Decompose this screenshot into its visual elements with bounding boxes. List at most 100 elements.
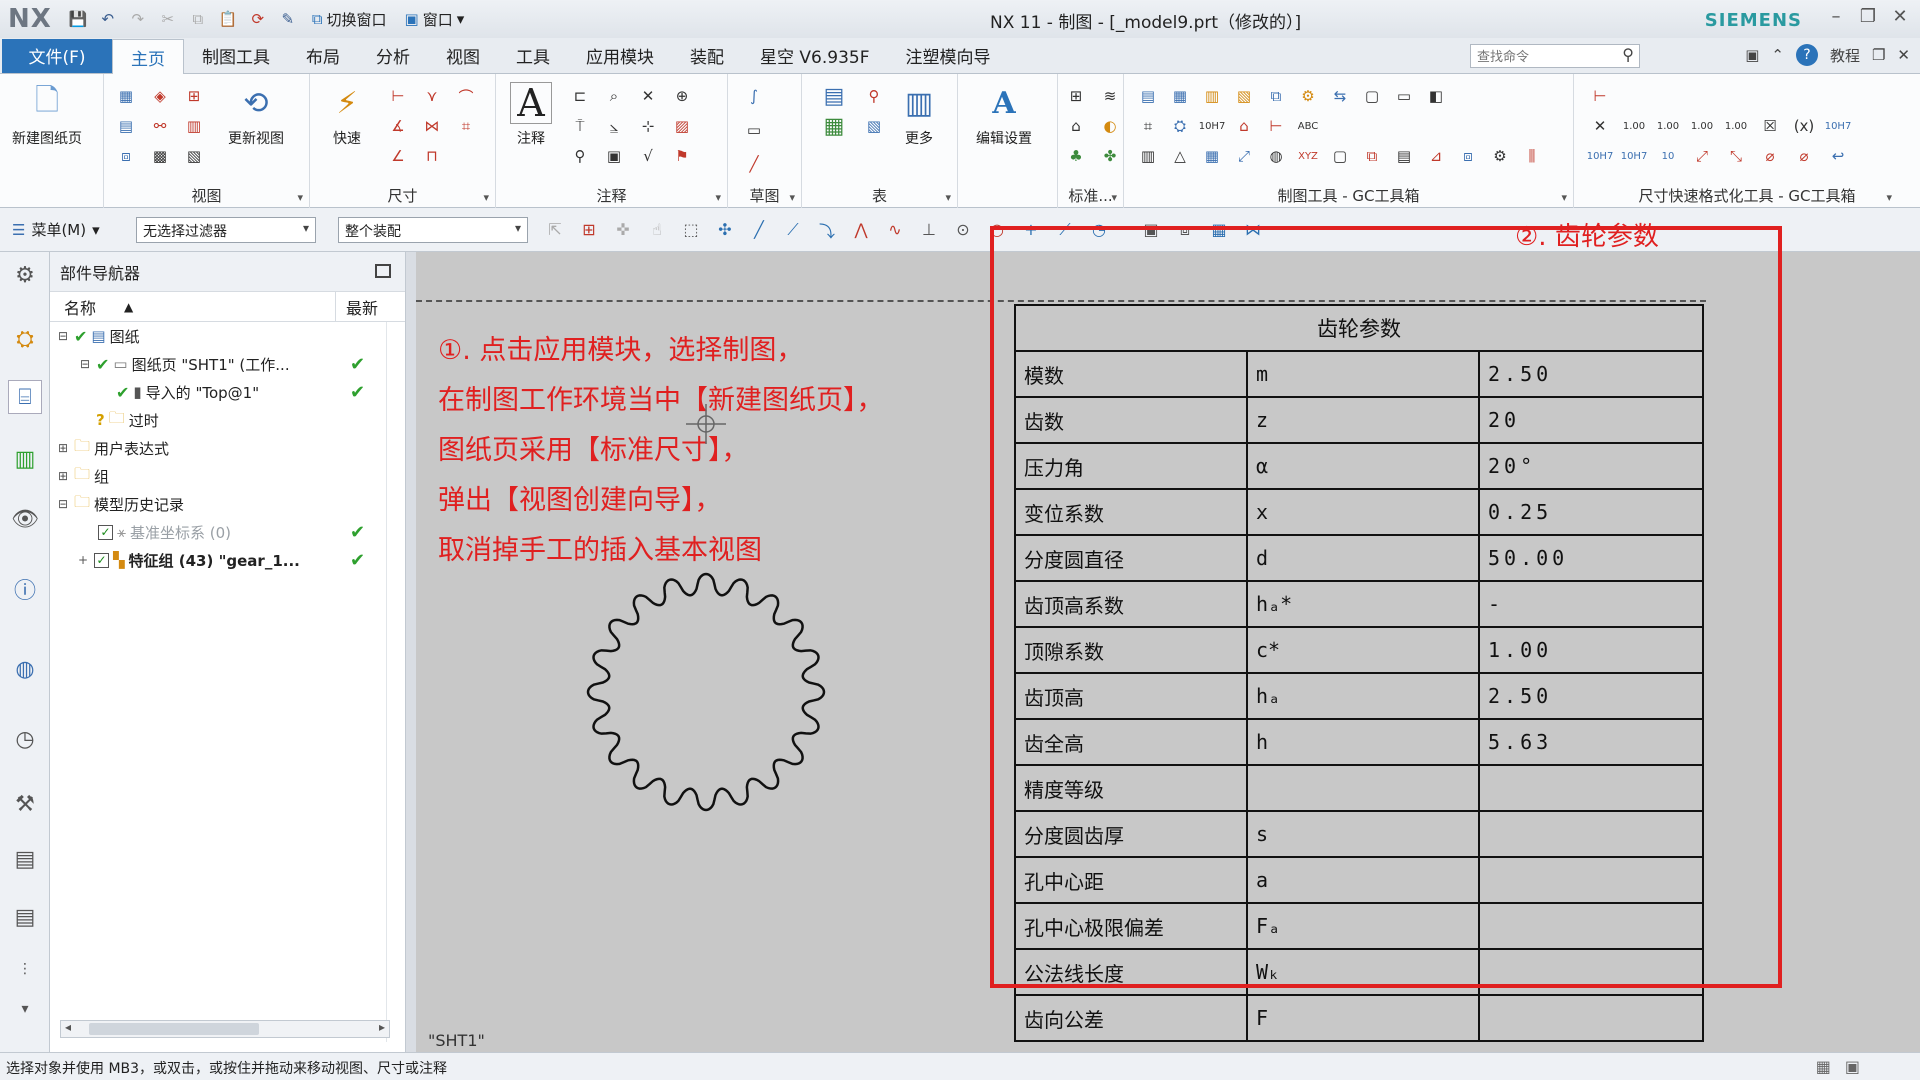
visibility-checkbox[interactable]: ✓	[94, 552, 109, 568]
search-icon[interactable]: ⚲	[1622, 45, 1634, 64]
collapse-icon[interactable]: ⊟	[80, 357, 92, 371]
snap-intersect-icon[interactable]: ⋀	[848, 217, 874, 243]
tab-mold-wizard[interactable]: 注塑模向导	[887, 39, 1008, 73]
ordinate-dimension-icon[interactable]: ∠	[386, 144, 410, 168]
chamfer-dimension-icon[interactable]: ⌒	[454, 84, 478, 108]
select-move-icon[interactable]: ✜	[610, 217, 636, 243]
view-break-icon[interactable]: ▥	[182, 114, 206, 138]
close-sub-icon[interactable]: ✕	[1897, 46, 1910, 64]
gc-dim-3-icon[interactable]: 1.00	[1622, 114, 1646, 138]
view-fit-icon[interactable]: ⧈	[1172, 217, 1198, 243]
select-arrow-icon[interactable]: ⇱	[542, 217, 568, 243]
gc-dim-11-icon[interactable]: 10H7	[1621, 144, 1648, 168]
status-grid-icon[interactable]: ▦	[1816, 1057, 1831, 1076]
gc-tool-19-icon[interactable]: ▦	[1200, 144, 1224, 168]
minimize-icon[interactable]: –	[1822, 6, 1850, 27]
tab-analysis[interactable]: 分析	[358, 39, 428, 73]
redo-icon[interactable]: ↷	[126, 7, 150, 31]
gc-dim-10-icon[interactable]: 10H7	[1587, 144, 1614, 168]
gc-tool-11-icon[interactable]: ⌗	[1136, 114, 1160, 138]
palette-icon[interactable]: ◐	[1098, 114, 1122, 138]
tree-row[interactable]: ? 🗀 过时	[50, 406, 405, 434]
stamp-icon[interactable]: ⚑	[670, 144, 694, 168]
tab-application[interactable]: 应用模块	[568, 39, 672, 73]
quick-dimension-button[interactable]: ⚡ 快速	[326, 82, 368, 148]
datum-icon[interactable]: ⌕	[602, 84, 626, 108]
gc-tool-25-icon[interactable]: ▤	[1392, 144, 1416, 168]
balloon-icon[interactable]: ⚲	[862, 84, 886, 108]
zoom-icon[interactable]: ⚲	[568, 144, 592, 168]
collapse-ribbon-icon[interactable]: ⌃	[1771, 46, 1784, 64]
type-filter-dropdown[interactable]: 无选择过滤器	[136, 216, 316, 243]
touch-mode-icon[interactable]: ✎	[276, 7, 300, 31]
tab-layout[interactable]: 布局	[288, 39, 358, 73]
gc-tool-12-icon[interactable]: ⛭	[1168, 114, 1192, 138]
column-name-header[interactable]: 名称 ▲	[50, 291, 336, 322]
gc-dim-12-icon[interactable]: 10	[1656, 144, 1680, 168]
chevron-down-icon[interactable]: ▾	[945, 191, 951, 204]
gc-tool-9-icon[interactable]: ▭	[1392, 84, 1416, 108]
sketch-icon[interactable]: ∫	[742, 84, 766, 108]
select-box-icon[interactable]: ⬚	[678, 217, 704, 243]
tree-row[interactable]: + ✓ ▚ 特征组 (43) "gear_1... ✔	[50, 546, 405, 574]
line-icon[interactable]: ╱	[742, 152, 766, 176]
gc-tool-7-icon[interactable]: ⇆	[1328, 84, 1352, 108]
gc-dim-7-icon[interactable]: ☒	[1758, 114, 1782, 138]
snap-perp-icon[interactable]: ⊥	[916, 217, 942, 243]
new-sheet-button[interactable]: 🗋 新建图纸页	[12, 82, 82, 148]
standard-view-icon[interactable]: ⧈	[114, 144, 138, 168]
tree-row[interactable]: ⊞ 🗀 组	[50, 462, 405, 490]
parts-list-icon[interactable]: ▤	[822, 84, 846, 109]
collapse-icon[interactable]: ⊟	[58, 329, 70, 343]
gc-tool-8-icon[interactable]: ▢	[1360, 84, 1384, 108]
assembly-navigator-icon[interactable]: ⛭	[8, 322, 42, 356]
status-window-icon[interactable]: ▣	[1845, 1057, 1860, 1076]
chevron-down-icon[interactable]: ▾	[1111, 191, 1117, 204]
scroll-right-icon[interactable]: ▸	[379, 1020, 385, 1034]
restore-icon[interactable]: ❐	[1854, 6, 1882, 27]
gc-dim-4-icon[interactable]: 1.00	[1656, 114, 1680, 138]
gc-dim-14-icon[interactable]: ⤡	[1724, 144, 1748, 168]
gc-dim-13-icon[interactable]: ⤢	[1690, 144, 1714, 168]
check-symbol-icon[interactable]: √	[636, 144, 660, 168]
chevron-down-icon[interactable]: ▾	[1561, 191, 1567, 204]
hole-table-icon[interactable]: ▧	[862, 114, 886, 138]
palette-window-icon[interactable]: ▤	[8, 842, 42, 876]
command-search-input[interactable]	[1470, 44, 1640, 68]
gc-tool-29-icon[interactable]: ⫼	[1520, 144, 1544, 168]
gc-tool-27-icon[interactable]: ⧈	[1456, 144, 1480, 168]
rectangle-icon[interactable]: ▭	[742, 118, 766, 142]
grid-icon[interactable]: ⊞	[1064, 84, 1088, 108]
chevron-down-icon[interactable]: ▾	[1886, 191, 1892, 204]
snap-onpoint-icon[interactable]: ⟋	[1052, 217, 1078, 243]
gc-dim-1-icon[interactable]: ⊢	[1588, 84, 1612, 108]
window-menu-button[interactable]: ▣ 窗口 ▾	[399, 9, 471, 30]
tab-assembly[interactable]: 装配	[672, 39, 742, 73]
tree-icon[interactable]: ♣	[1064, 144, 1088, 168]
snap-face-icon[interactable]: ◔	[1086, 217, 1112, 243]
chevron-down-icon[interactable]: ▾	[715, 191, 721, 204]
view-mode-icon[interactable]: ⋈	[1240, 217, 1266, 243]
tree-row[interactable]: ⊟ ✔ ▤ 图纸	[50, 322, 405, 350]
view-orient-icon[interactable]: ▣	[1138, 217, 1164, 243]
snap-midpoint-icon[interactable]: ⟋	[780, 217, 806, 243]
snap-endpoint-icon[interactable]: ╱	[746, 217, 772, 243]
chevron-down-icon[interactable]: ▾	[789, 191, 795, 204]
local-section-icon[interactable]: ▩	[148, 144, 172, 168]
scroll-left-icon[interactable]: ◂	[65, 1020, 71, 1034]
weld-symbol-icon[interactable]: ⊹	[636, 114, 660, 138]
visual-icon[interactable]: 👁	[8, 502, 42, 536]
close-icon[interactable]: ✕	[1886, 6, 1914, 27]
tree-row[interactable]: ✓ ⚹ 基准坐标系 (0) ✔	[50, 518, 405, 546]
snap-points-icon[interactable]: ✣	[712, 217, 738, 243]
fullscreen-icon[interactable]: ▣	[1745, 46, 1759, 64]
gear-icon[interactable]: ⚙	[8, 258, 42, 292]
main-menu-button[interactable]: ☰ 菜单(M) ▾	[12, 219, 122, 240]
radial-dimension-icon[interactable]: ⋎	[420, 84, 444, 108]
layers-icon[interactable]: ≋	[1098, 84, 1122, 108]
datum-target-icon[interactable]: ⍑	[568, 114, 592, 138]
select-hand-icon[interactable]: ☝	[644, 217, 670, 243]
visibility-checkbox[interactable]: ✓	[98, 524, 113, 540]
gc-tool-20-icon[interactable]: ⤢	[1232, 144, 1256, 168]
gc-tool-1-icon[interactable]: ▤	[1136, 84, 1160, 108]
